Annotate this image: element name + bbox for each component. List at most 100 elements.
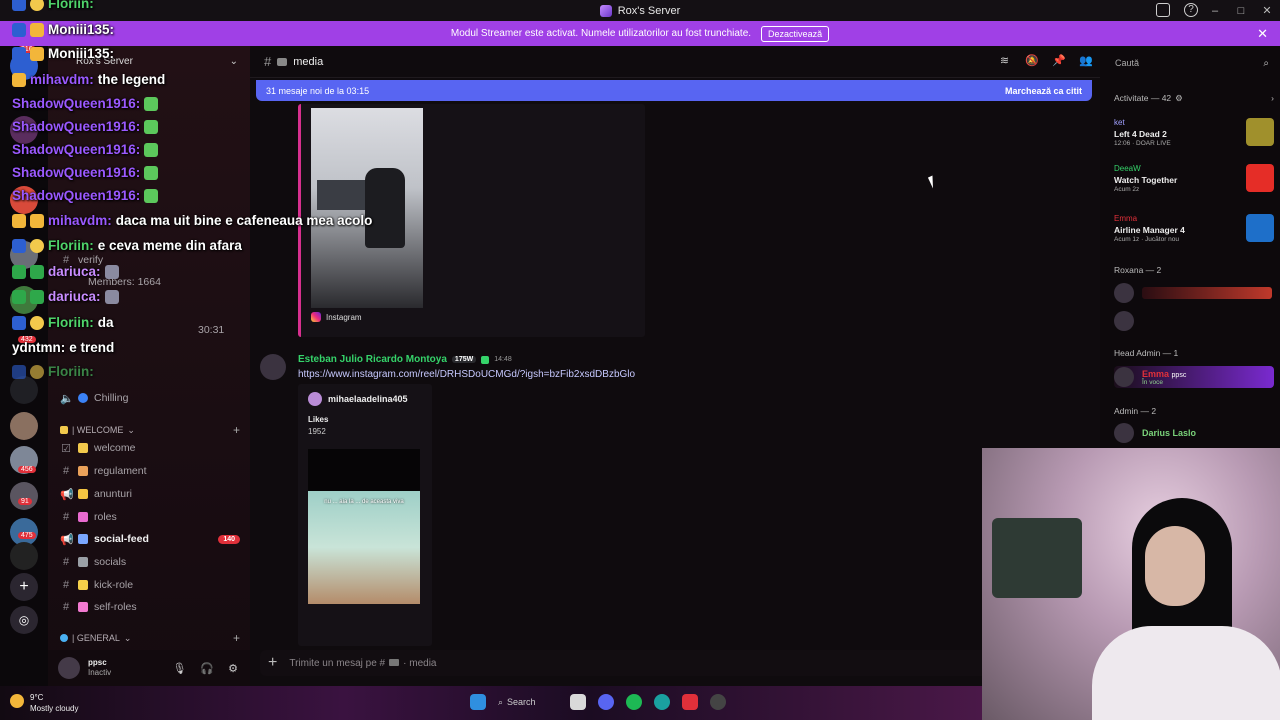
server-name[interactable]: Rox's Server (76, 56, 133, 67)
voice-channel-chilling[interactable]: 🔈 Chilling (60, 389, 240, 407)
avatar (1114, 367, 1134, 387)
new-messages-bar[interactable]: 31 mesaje noi de la 03:15 Marchează ca c… (256, 80, 1092, 101)
globe-icon (60, 634, 68, 642)
server-icon[interactable] (10, 286, 38, 314)
server-icon[interactable] (10, 241, 38, 269)
spotify-icon[interactable] (626, 694, 642, 710)
discover-icon[interactable]: ◎ (10, 606, 38, 634)
film-icon (389, 658, 400, 666)
channel-verify[interactable]: # verify (60, 251, 240, 269)
headphones-icon[interactable]: 🎧 (200, 662, 214, 675)
activity-item[interactable]: Emma Airline Manager 4 Acum 1z · Jucător… (1114, 214, 1274, 248)
message-composer[interactable]: + Trimite un mesaj pe #· media 🎁 (260, 650, 1090, 676)
taskbar-apps: ⌕ Search (470, 694, 726, 710)
embed-author: mihaelaadelina405 (308, 392, 408, 406)
add-channel-icon[interactable]: + (233, 631, 240, 645)
avatar[interactable] (260, 354, 286, 380)
category-general[interactable]: | GENERAL ⌄ + (60, 631, 240, 645)
member-item[interactable] (1114, 310, 1274, 332)
hash-icon: # (62, 511, 70, 523)
instagram-icon (311, 312, 321, 322)
activity-item[interactable]: ket Left 4 Dead 2 12:06 · DOAR LIVE (1114, 118, 1274, 152)
server-icon[interactable] (10, 376, 38, 404)
channel-roles[interactable]: # roles (60, 508, 240, 526)
video-frame (308, 491, 420, 604)
server-rail: + ◎ 316 456 91 475 432 (0, 46, 48, 686)
edge-icon[interactable] (654, 694, 670, 710)
members-count-text: Members: 1664 (88, 276, 161, 288)
activity-item[interactable]: DeeaW Watch Together Acum 2z (1114, 164, 1274, 198)
message-author[interactable]: Esteban Julio Ricardo Montoya (298, 354, 447, 365)
avatar[interactable] (58, 657, 80, 679)
weather-widget[interactable]: 9°C Mostly cloudy (10, 692, 78, 714)
hash-icon: # (62, 556, 70, 568)
channel-welcome[interactable]: ☑ welcome (60, 439, 240, 457)
chevron-down-icon[interactable]: ⌄ (230, 56, 238, 67)
embed-author-name[interactable]: mihaelaadelina405 (328, 394, 408, 404)
help-icon[interactable]: ? (1184, 3, 1198, 17)
username: ppsc (88, 658, 107, 667)
file-explorer-icon[interactable] (570, 694, 586, 710)
maximize-icon[interactable]: □ (1228, 5, 1254, 17)
channel-anunturi[interactable]: 📢 anunturi (60, 485, 240, 503)
mark-as-read-button[interactable]: Marchează ca citit (1005, 86, 1082, 96)
server-icon[interactable] (10, 116, 38, 144)
add-server-icon[interactable]: + (10, 573, 38, 601)
banner-close-icon[interactable]: ✕ (1257, 26, 1268, 42)
window-title: Rox's Server (617, 4, 681, 17)
member-item[interactable]: Emma ppsc În voce (1114, 366, 1274, 388)
start-icon[interactable] (470, 694, 486, 710)
discord-icon[interactable] (598, 694, 614, 710)
server-icon[interactable] (10, 482, 38, 510)
main-content: # media ≋ 🔕 📌 👥 31 mesaje noi de la 03:1… (250, 46, 1100, 686)
channel-emoji-icon (78, 466, 88, 476)
pc-shape (992, 518, 1082, 598)
channel-kick-role[interactable]: # kick-role (60, 576, 240, 594)
person-shape (365, 168, 405, 248)
server-icon[interactable] (10, 542, 38, 570)
microphone-icon[interactable]: 🎙 (172, 662, 186, 675)
temperature: 9°C (30, 693, 44, 702)
notifications-muted-icon[interactable]: 🔕 (1025, 55, 1039, 68)
gear-icon[interactable]: ⚙ (228, 662, 238, 675)
role-header: Admin — 2 (1114, 406, 1157, 416)
close-icon[interactable]: ✕ (1254, 4, 1280, 17)
taskbar-search[interactable]: ⌕ Search (498, 697, 558, 708)
banner-text: Modul Streamer este activat. Numele util… (450, 28, 752, 39)
shirt-shape (1092, 626, 1280, 720)
message-link[interactable]: https://www.instagram.com/reel/DRHSDoUCM… (298, 369, 635, 380)
member-item[interactable] (1114, 282, 1274, 304)
video-caption: nu ... aia la ... de aceasta viva (324, 499, 404, 505)
inbox-icon[interactable] (1156, 3, 1170, 17)
server-icon[interactable] (10, 186, 38, 214)
message-time: 14:48 (494, 356, 512, 363)
member-tag: ppsc (1171, 371, 1187, 379)
activity-header[interactable]: Activitate — 42 ⚙ › (1114, 93, 1274, 104)
search-input[interactable]: Caută ⌕ (1110, 54, 1272, 72)
category-welcome[interactable]: | WELCOME ⌄ + (60, 423, 240, 437)
minimize-icon[interactable]: – (1202, 5, 1228, 17)
server-icon[interactable] (10, 52, 38, 80)
member-banner (1142, 287, 1272, 299)
gear-icon: ⚙ (1175, 93, 1183, 103)
add-attachment-icon[interactable]: + (268, 654, 277, 672)
channel-regulament[interactable]: # regulament (60, 462, 240, 480)
channel-socials[interactable]: # socials (60, 553, 240, 571)
member-item[interactable]: Darius Laslo (1114, 422, 1274, 444)
streamer-mode-banner: Modul Streamer este activat. Numele util… (0, 21, 1280, 46)
members-icon[interactable]: 👥 (1079, 55, 1093, 68)
server-icon[interactable] (10, 412, 38, 440)
disable-streamer-mode-button[interactable]: Dezactivează (761, 25, 830, 42)
pin-icon[interactable]: 📌 (1052, 55, 1066, 68)
obs-icon[interactable] (710, 694, 726, 710)
notification-badge: 432 (18, 336, 36, 343)
threads-icon[interactable]: ≋ (998, 55, 1011, 68)
app-icon[interactable] (682, 694, 698, 710)
category-label: | GENERAL (72, 633, 120, 643)
embed-image[interactable] (311, 108, 423, 308)
header-actions: ≋ 🔕 📌 👥 (998, 55, 1093, 68)
embed-video[interactable]: nu ... aia la ... de aceasta viva (308, 449, 420, 604)
add-channel-icon[interactable]: + (233, 423, 240, 437)
channel-self-roles[interactable]: # self-roles (60, 598, 240, 616)
channel-social-feed[interactable]: 📢 social-feed 140 (60, 530, 240, 548)
